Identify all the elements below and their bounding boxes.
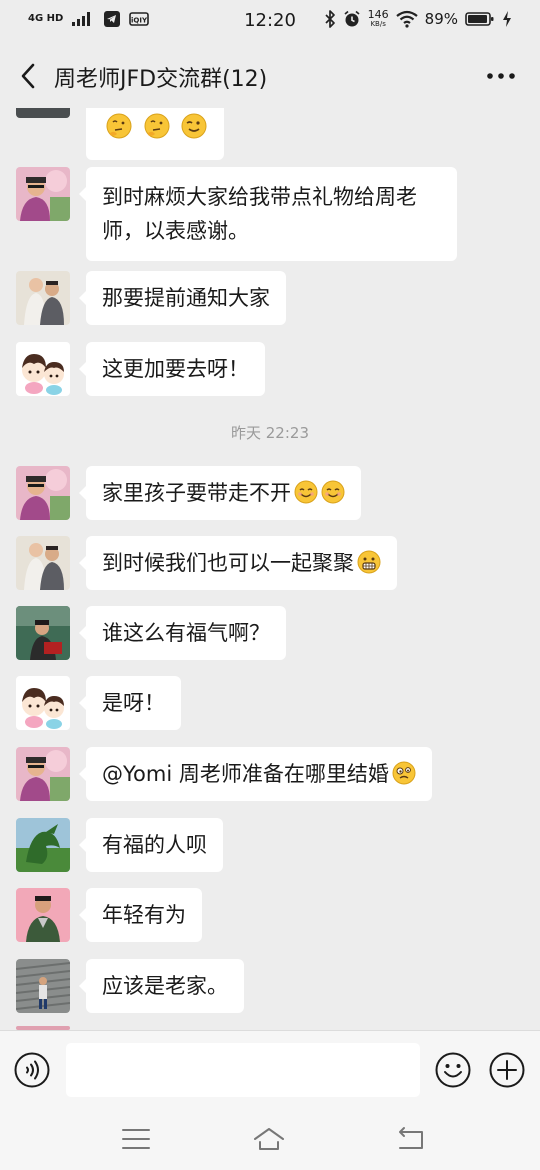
message-row: 到时候我们也可以一起聚聚 <box>16 536 524 590</box>
message-bubble[interactable]: @Yomi 周老师准备在哪里结婚 <box>79 747 432 801</box>
message-list[interactable]: 到时麻烦大家给我带点礼物给周老师，以表感谢。 那要提前通知大家 这更加要去呀！ … <box>0 108 540 1030</box>
avatar[interactable] <box>16 167 70 221</box>
avatar[interactable] <box>16 271 70 325</box>
battery-icon <box>465 12 494 26</box>
message-text: 是呀！ <box>102 691 165 715</box>
message-bubble[interactable] <box>86 108 225 160</box>
message-bubble[interactable]: 到时麻烦大家给我带点礼物给周老师，以表感谢。 <box>79 167 457 261</box>
message-row <box>16 108 524 160</box>
network-speed: 146 KB/s <box>367 8 389 28</box>
more-functions-button[interactable] <box>489 1052 525 1088</box>
message-text: 到时候我们也可以一起聚聚 <box>102 551 354 575</box>
message-timestamp: 昨天 22:23 <box>231 424 309 442</box>
avatar[interactable] <box>16 606 70 660</box>
message-row: 这更加要去呀！ <box>16 342 524 396</box>
message-bubble[interactable]: 年轻有为 <box>79 888 202 942</box>
woozy-face-icon <box>392 761 416 785</box>
message-text: 家里孩子要带走不开 <box>102 481 291 505</box>
status-right-icons: 146 KB/s 89% <box>324 9 512 29</box>
thinking-face-icon <box>106 113 132 139</box>
avatar[interactable] <box>16 342 70 396</box>
message-text: 那要提前通知大家 <box>102 286 270 310</box>
message-text: @Yomi 周老师准备在哪里结婚 <box>102 762 389 786</box>
avatar[interactable] <box>16 108 70 118</box>
message-input[interactable] <box>66 1043 420 1097</box>
message-text: 谁这么有福气啊？ <box>102 621 270 645</box>
avatar[interactable] <box>16 888 70 942</box>
system-navigation-bar <box>0 1110 540 1170</box>
avatar[interactable] <box>16 747 70 801</box>
message-row: 到时麻烦大家给我带点礼物给周老师，以表感谢。 <box>16 167 524 261</box>
message-row: 年轻有为 <box>16 888 524 942</box>
avatar[interactable] <box>16 536 70 590</box>
avatar[interactable] <box>16 676 70 730</box>
message-bubble[interactable]: 有福的人呗 <box>79 818 223 872</box>
message-row: 有福的人呗 <box>16 818 524 872</box>
alarm-icon <box>344 10 360 27</box>
battery-percent: 89% <box>424 10 458 28</box>
avatar[interactable] <box>16 466 70 520</box>
voice-input-button[interactable] <box>14 1052 50 1088</box>
status-bar: 4G HD iQIY 12:20 146 KB/s 89% <box>0 0 540 44</box>
message-text: 年轻有为 <box>102 903 186 927</box>
bluetooth-icon <box>325 10 335 28</box>
message-bubble[interactable]: 那要提前通知大家 <box>79 271 286 325</box>
back-button[interactable] <box>16 60 40 92</box>
smiling-face-icon <box>294 480 318 504</box>
wifi-icon <box>395 10 418 28</box>
more-options-button[interactable] <box>484 62 518 90</box>
input-bar <box>0 1030 540 1111</box>
message-row: @Yomi 周老师准备在哪里结婚 <box>16 747 524 801</box>
home-nav-button[interactable] <box>252 1124 286 1154</box>
charging-icon <box>503 11 511 27</box>
smiling-face-icon <box>321 480 345 504</box>
speed-value: 146 <box>367 8 389 21</box>
winking-face-icon <box>181 113 207 139</box>
message-bubble[interactable]: 这更加要去呀！ <box>79 342 265 396</box>
back-nav-button[interactable] <box>394 1124 428 1154</box>
message-row: 是呀！ <box>16 676 524 730</box>
message-bubble[interactable]: 应该是老家。 <box>79 959 244 1013</box>
chat-title: 周老师JFD交流群(12) <box>54 67 268 92</box>
emoji-button[interactable] <box>435 1052 471 1088</box>
message-bubble[interactable]: 是呀！ <box>79 676 181 730</box>
message-row: 应该是老家。 <box>16 959 524 1013</box>
avatar[interactable] <box>16 959 70 1013</box>
avatar[interactable] <box>16 818 70 872</box>
message-bubble[interactable]: 到时候我们也可以一起聚聚 <box>79 536 397 590</box>
grimacing-face-icon <box>357 550 381 574</box>
chat-header: 周老师JFD交流群(12) <box>0 44 540 108</box>
message-text: 应该是老家。 <box>102 974 228 998</box>
speed-unit: KB/s <box>370 20 386 28</box>
message-text: 这更加要去呀！ <box>102 357 249 381</box>
menu-nav-button[interactable] <box>119 1124 153 1154</box>
message-text: 到时麻烦大家给我带点礼物给周老师，以表感谢。 <box>102 185 417 243</box>
message-bubble[interactable]: 家里孩子要带走不开 <box>79 466 361 520</box>
thinking-face-icon <box>144 113 170 139</box>
message-text: 有福的人呗 <box>102 833 207 857</box>
message-row: 家里孩子要带走不开 <box>16 466 524 520</box>
message-row: 谁这么有福气啊？ <box>16 606 524 660</box>
message-bubble[interactable]: 谁这么有福气啊？ <box>79 606 286 660</box>
message-row: 那要提前通知大家 <box>16 271 524 325</box>
